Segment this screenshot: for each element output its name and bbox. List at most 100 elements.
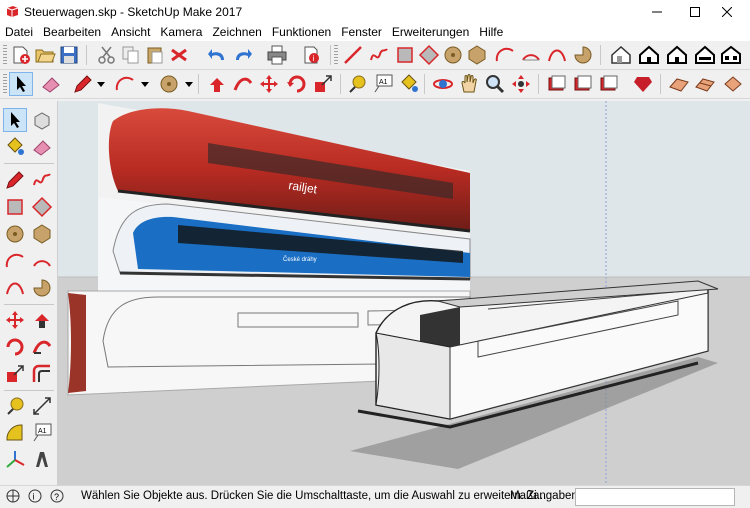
follow-me-icon[interactable]: [232, 73, 254, 95]
help-icon[interactable]: ?: [50, 489, 64, 503]
menu-erweiterungen[interactable]: Erweiterungen: [387, 23, 474, 41]
rotated-rectangle-icon[interactable]: [31, 196, 53, 218]
paint-bucket-icon[interactable]: [398, 73, 420, 95]
pan-hand-icon[interactable]: [458, 73, 480, 95]
copy-icon[interactable]: [120, 44, 142, 66]
offset-icon[interactable]: [31, 363, 53, 385]
rotated-rectangle-icon[interactable]: [418, 44, 440, 66]
circle-icon[interactable]: [442, 44, 464, 66]
chevron-down-icon[interactable]: [96, 73, 106, 95]
warehouse-house-icon[interactable]: [610, 44, 632, 66]
toolbar-grip[interactable]: [3, 74, 7, 94]
measurements-input[interactable]: [575, 488, 735, 506]
2-point-arc-icon[interactable]: [520, 44, 542, 66]
text-icon[interactable]: A1: [31, 422, 53, 444]
paste-icon[interactable]: [144, 44, 166, 66]
push-pull-icon[interactable]: [206, 73, 228, 95]
rotate-icon[interactable]: [286, 73, 308, 95]
undo-icon[interactable]: [206, 44, 228, 66]
eraser-icon[interactable]: [31, 136, 53, 158]
print-icon[interactable]: [266, 44, 288, 66]
toolbar-grip[interactable]: [334, 45, 338, 65]
chevron-down-icon[interactable]: [184, 73, 194, 95]
cut-icon[interactable]: [96, 44, 118, 66]
follow-me-icon[interactable]: [31, 336, 53, 358]
scale-icon[interactable]: [4, 363, 26, 385]
zoom-extents-icon[interactable]: [510, 73, 532, 95]
select-arrow-icon[interactable]: [3, 108, 27, 132]
rotate-icon[interactable]: [4, 336, 26, 358]
menu-bearbeiten[interactable]: Bearbeiten: [38, 23, 106, 41]
pie-icon[interactable]: [572, 44, 594, 66]
model-viewport[interactable]: railjet České dráhy: [58, 101, 750, 485]
rectangle-icon[interactable]: [4, 196, 26, 218]
menu-fenster[interactable]: Fenster: [336, 23, 387, 41]
menu-datei[interactable]: Datei: [0, 23, 38, 41]
shapes-icon[interactable]: [158, 73, 180, 95]
select-arrow-icon[interactable]: [9, 72, 33, 96]
menu-funktionen[interactable]: Funktionen: [267, 23, 336, 41]
chevron-down-icon[interactable]: [140, 73, 150, 95]
freehand-icon[interactable]: [31, 169, 53, 191]
protractor-icon[interactable]: [4, 422, 26, 444]
rectangle-icon[interactable]: [394, 44, 416, 66]
sandbox-icon[interactable]: [668, 73, 690, 95]
tape-measure-icon[interactable]: [4, 395, 26, 417]
dimension-icon[interactable]: [31, 395, 53, 417]
pencil-icon[interactable]: [72, 73, 94, 95]
3d-text-icon[interactable]: [31, 449, 53, 471]
orbit-icon[interactable]: [432, 73, 454, 95]
house-back-icon[interactable]: [694, 44, 716, 66]
toolbar-separator: [538, 74, 539, 94]
2-point-arc-icon[interactable]: [31, 250, 53, 272]
house-side-icon[interactable]: [720, 44, 742, 66]
menu-ansicht[interactable]: Ansicht: [106, 23, 155, 41]
credits-icon[interactable]: i: [28, 489, 42, 503]
components-3-icon[interactable]: [598, 73, 620, 95]
redo-icon[interactable]: [232, 44, 254, 66]
move-icon[interactable]: [4, 309, 26, 331]
line-icon[interactable]: [342, 44, 364, 66]
tape-measure-icon[interactable]: [346, 73, 368, 95]
open-file-icon[interactable]: [34, 44, 56, 66]
viewport-canvas[interactable]: railjet České dráhy: [58, 101, 750, 485]
arc-icon[interactable]: [4, 250, 26, 272]
make-component-icon[interactable]: [31, 109, 53, 131]
arc-icon[interactable]: [494, 44, 516, 66]
arc-tool-icon[interactable]: [114, 73, 136, 95]
ruby-icon[interactable]: [632, 73, 654, 95]
3-point-arc-icon[interactable]: [546, 44, 568, 66]
freehand-icon[interactable]: [368, 44, 390, 66]
polygon-icon[interactable]: [466, 44, 488, 66]
pencil-icon[interactable]: [4, 169, 26, 191]
menu-bar: Datei Bearbeiten Ansicht Kamera Zeichnen…: [0, 23, 750, 41]
new-file-icon[interactable]: [10, 44, 32, 66]
push-pull-icon[interactable]: [31, 309, 53, 331]
walk-icon[interactable]: [722, 73, 744, 95]
close-button[interactable]: [704, 0, 750, 23]
house-icon[interactable]: [666, 44, 688, 66]
geo-location-icon[interactable]: [6, 489, 20, 503]
zoom-icon[interactable]: [484, 73, 506, 95]
components-2-icon[interactable]: [572, 73, 594, 95]
model-info-icon[interactable]: i: [300, 44, 322, 66]
eraser-icon[interactable]: [40, 73, 62, 95]
pie-icon[interactable]: [31, 277, 53, 299]
scale-icon[interactable]: [312, 73, 334, 95]
circle-icon[interactable]: [4, 223, 26, 245]
section-plane-icon[interactable]: [694, 73, 716, 95]
menu-hilfe[interactable]: Hilfe: [474, 23, 508, 41]
text-icon[interactable]: A1: [372, 73, 394, 95]
components-icon[interactable]: [546, 73, 568, 95]
menu-kamera[interactable]: Kamera: [155, 23, 207, 41]
move-icon[interactable]: [258, 73, 280, 95]
erase-icon[interactable]: [168, 44, 190, 66]
polygon-icon[interactable]: [31, 223, 53, 245]
save-icon[interactable]: [58, 44, 80, 66]
3-point-arc-icon[interactable]: [4, 277, 26, 299]
axes-icon[interactable]: [4, 449, 26, 471]
house-front-icon[interactable]: [638, 44, 660, 66]
toolbar-grip[interactable]: [3, 45, 7, 65]
paint-bucket-icon[interactable]: [4, 136, 26, 158]
menu-zeichnen[interactable]: Zeichnen: [207, 23, 266, 41]
